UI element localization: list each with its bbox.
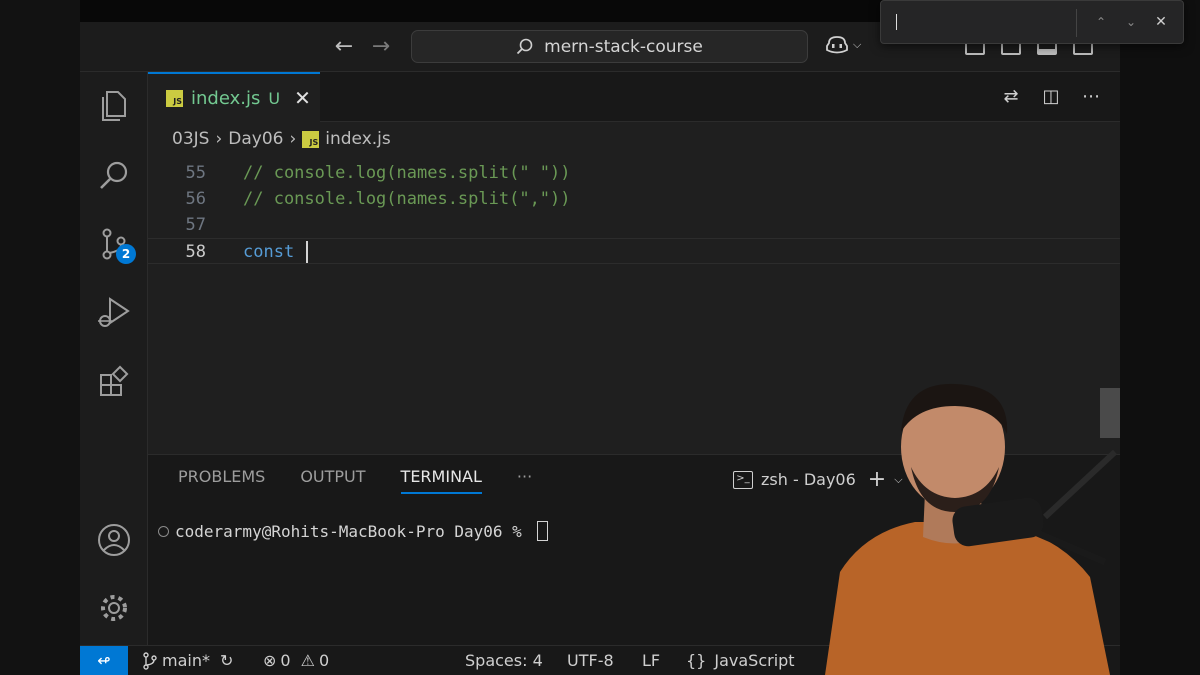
tab-label: index.js: [191, 87, 261, 109]
code-text-wrapper: const: [243, 239, 309, 265]
arrow-left-icon[interactable]: ←: [331, 34, 357, 60]
line-number: 55: [185, 163, 206, 183]
keyword-const: const: [243, 242, 305, 262]
breadcrumb: 03JS › Day06 › JS index.js: [148, 122, 1120, 156]
compare-changes-icon[interactable]: ⇄: [1000, 86, 1022, 108]
line-number: 57: [185, 215, 206, 235]
search-box-label: mern-stack-course: [544, 36, 703, 57]
panel-tabs: PROBLEMS OUTPUT TERMINAL ···: [178, 467, 532, 494]
braces-icon: {}: [686, 651, 707, 670]
tab-output[interactable]: OUTPUT: [300, 467, 365, 494]
chevron-up-icon[interactable]: ⌃: [1091, 12, 1111, 32]
gear-icon[interactable]: [94, 588, 134, 628]
left-bezel: [0, 0, 80, 675]
encoding-label: UTF-8: [567, 651, 614, 670]
warning-count: 0: [318, 651, 330, 670]
copilot-icon: [826, 36, 848, 54]
code-text: // console.log(names.split(" ")): [243, 163, 571, 183]
error-icon: ⊗: [263, 651, 277, 670]
remote-indicator-icon[interactable]: ↫: [80, 646, 128, 675]
warning-icon: ⚠: [300, 651, 315, 670]
arrow-right-icon[interactable]: →: [368, 34, 394, 60]
terminal-cursor: [537, 521, 549, 541]
terminal-prompt: coderarmy@Rohits-MacBook-Pro Day06 %: [175, 521, 532, 541]
search-icon: [517, 38, 533, 54]
editor-tab-bar: JS index.js U ✕ ⇄ ◫ ⋯: [148, 72, 1120, 122]
tab-problems[interactable]: PROBLEMS: [178, 467, 265, 494]
close-icon[interactable]: ✕: [294, 86, 311, 110]
search-icon[interactable]: [94, 156, 134, 196]
chevron-down-icon[interactable]: ⌄: [1121, 12, 1141, 32]
code-text: // console.log(names.split(",")): [243, 189, 571, 209]
code-line: 55 // console.log(names.split(" ")): [148, 160, 1120, 186]
account-icon[interactable]: [94, 520, 134, 560]
find-input-caret: [896, 14, 897, 30]
breadcrumb-folder-03js[interactable]: 03JS: [172, 129, 209, 149]
terminal-icon: >_: [733, 470, 753, 489]
line-number: 58: [185, 242, 206, 262]
sync-icon[interactable]: ↻: [220, 651, 233, 670]
more-icon[interactable]: ···: [517, 467, 532, 494]
command-center-search[interactable]: mern-stack-course: [411, 30, 808, 63]
breadcrumb-folder-day06[interactable]: Day06: [228, 129, 283, 149]
language-label: JavaScript: [714, 651, 795, 670]
untracked-status: U: [268, 88, 281, 108]
line-number: 56: [185, 189, 206, 209]
tab-index-js[interactable]: JS index.js U ✕: [148, 72, 320, 122]
spaces-label: Spaces: 4: [465, 651, 543, 670]
chevron-down-icon: ⌵: [853, 38, 862, 51]
javascript-file-icon: JS: [302, 130, 320, 148]
indentation-setting[interactable]: Spaces: 4: [465, 651, 543, 670]
activity-bar: 2: [80, 72, 148, 645]
split-editor-icon[interactable]: ◫: [1040, 86, 1062, 108]
extensions-icon[interactable]: [94, 362, 134, 402]
source-control-badge: 2: [116, 244, 136, 264]
explorer-icon[interactable]: [94, 86, 134, 126]
find-widget: ⌃ ⌄ ✕: [880, 0, 1184, 44]
find-separator: [1076, 9, 1077, 37]
run-debug-icon[interactable]: [94, 292, 134, 332]
text-cursor: [306, 241, 309, 263]
right-bezel: [1120, 0, 1200, 675]
terminal-prompt-line[interactable]: coderarmy@Rohits-MacBook-Pro Day06 %: [158, 521, 549, 541]
copilot-menu[interactable]: ⌵: [825, 35, 861, 55]
close-icon[interactable]: ✕: [1151, 12, 1171, 32]
presenter-webcam-video: [825, 383, 1118, 675]
command-decoration-icon: [158, 525, 169, 537]
language-mode[interactable]: {} JavaScript: [686, 651, 795, 670]
git-branch[interactable]: main* ↻: [142, 651, 233, 670]
branch-icon: [143, 651, 157, 670]
more-actions-icon[interactable]: ⋯: [1080, 86, 1102, 108]
tab-terminal[interactable]: TERMINAL: [400, 467, 482, 494]
branch-name: main*: [162, 651, 210, 670]
encoding-setting[interactable]: UTF-8: [567, 651, 614, 670]
error-count: 0: [280, 651, 291, 670]
javascript-file-icon: JS: [166, 89, 183, 107]
problems-summary[interactable]: ⊗ 0 ⚠ 0: [263, 651, 329, 670]
current-code-line: 58 const: [148, 238, 1120, 264]
find-input[interactable]: [891, 9, 1073, 37]
eol-setting[interactable]: LF: [642, 651, 660, 670]
code-line: 56 // console.log(names.split(",")): [148, 186, 1120, 212]
chevron-right-icon: ›: [215, 129, 223, 149]
breadcrumb-file[interactable]: index.js: [325, 129, 391, 149]
code-line: 57: [148, 212, 1120, 238]
eol-label: LF: [642, 651, 661, 670]
editor-actions: ⇄ ◫ ⋯: [1000, 86, 1102, 108]
chevron-right-icon: ›: [289, 129, 297, 149]
